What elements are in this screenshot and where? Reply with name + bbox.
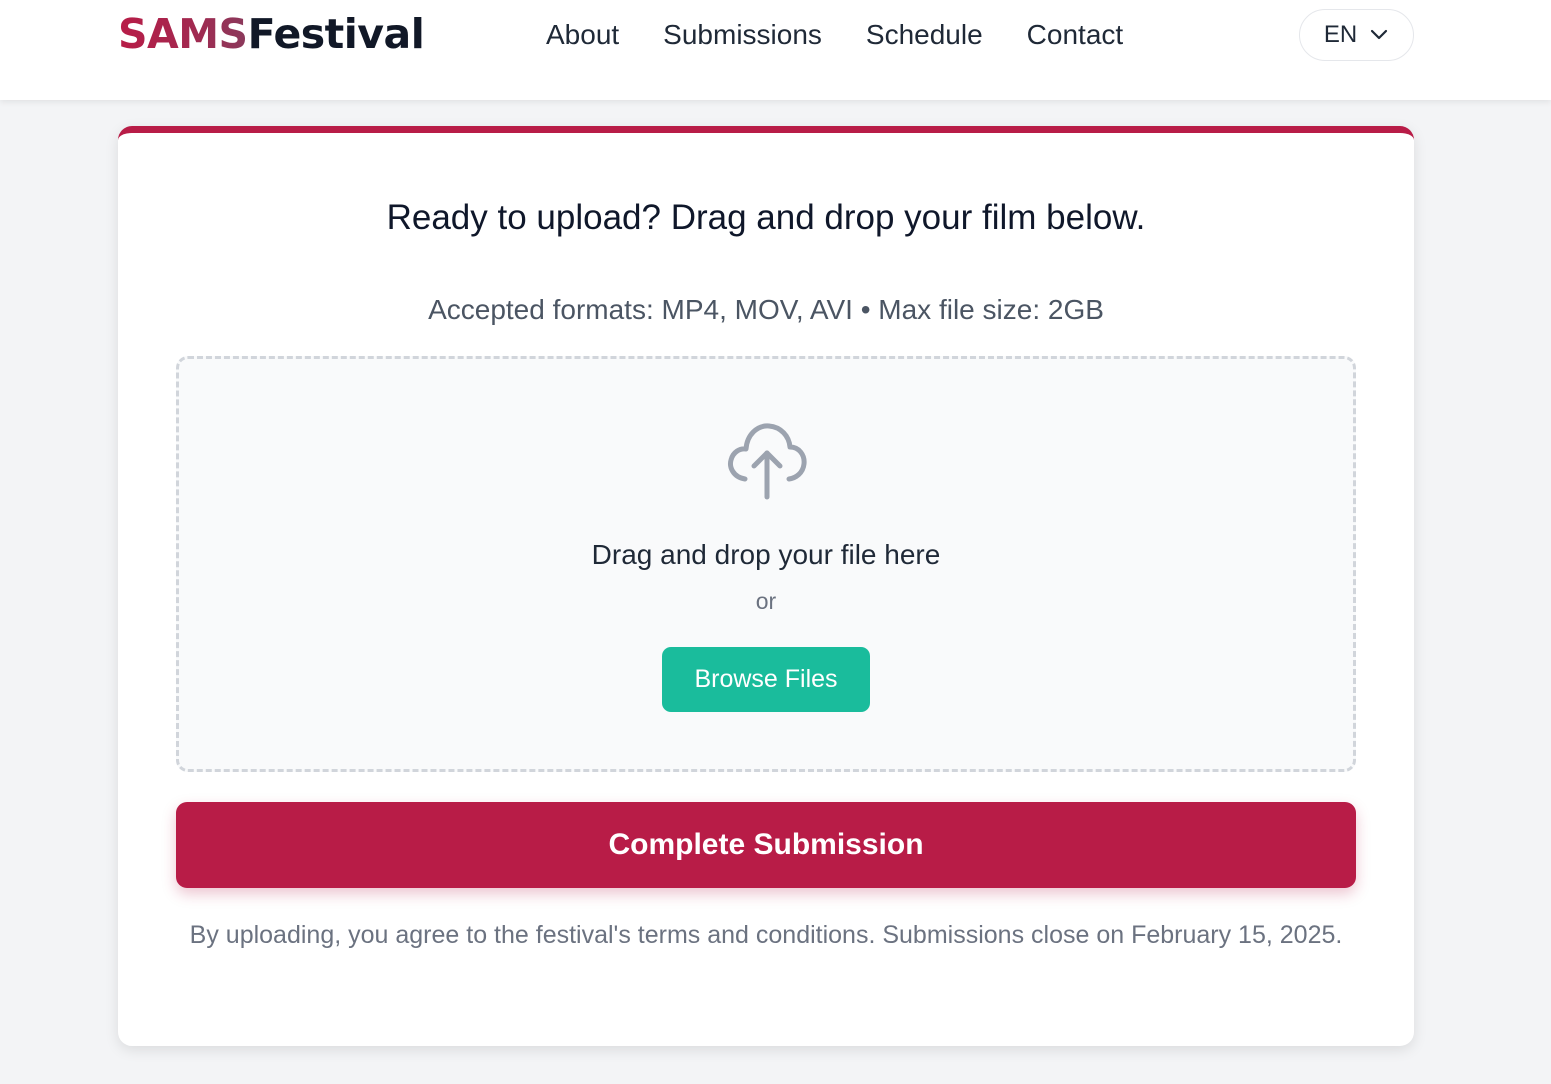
chevron-down-icon bbox=[1371, 29, 1388, 40]
main-nav: About Submissions Schedule Contact bbox=[546, 16, 1123, 54]
logo-part-festival: Festival bbox=[247, 10, 425, 58]
upload-card: Ready to upload? Drag and drop your film… bbox=[118, 126, 1414, 1046]
or-separator: or bbox=[755, 588, 777, 614]
complete-submission-button[interactable]: Complete Submission bbox=[176, 802, 1356, 888]
nav-submissions[interactable]: Submissions bbox=[663, 16, 822, 54]
terms-notice: By uploading, you agree to the festival'… bbox=[189, 921, 1343, 949]
site-header: SAMSFestival About Submissions Schedule … bbox=[0, 0, 1551, 100]
language-selector[interactable]: EN bbox=[1299, 9, 1414, 61]
nav-schedule[interactable]: Schedule bbox=[866, 16, 983, 54]
browse-files-button[interactable]: Browse Files bbox=[662, 647, 870, 712]
logo-part-sams: SAMS bbox=[118, 10, 248, 58]
cloud-upload-icon bbox=[728, 423, 807, 500]
logo[interactable]: SAMSFestival bbox=[118, 9, 425, 59]
language-label: EN bbox=[1323, 21, 1358, 48]
file-dropzone[interactable]: Drag and drop your file here or Browse F… bbox=[176, 356, 1356, 772]
drop-instructions: Drag and drop your file here bbox=[591, 539, 941, 570]
upload-title: Ready to upload? Drag and drop your film… bbox=[386, 198, 1146, 237]
nav-contact[interactable]: Contact bbox=[1027, 16, 1124, 54]
accepted-formats: Accepted formats: MP4, MOV, AVI • Max fi… bbox=[428, 294, 1104, 325]
nav-about[interactable]: About bbox=[546, 16, 619, 54]
